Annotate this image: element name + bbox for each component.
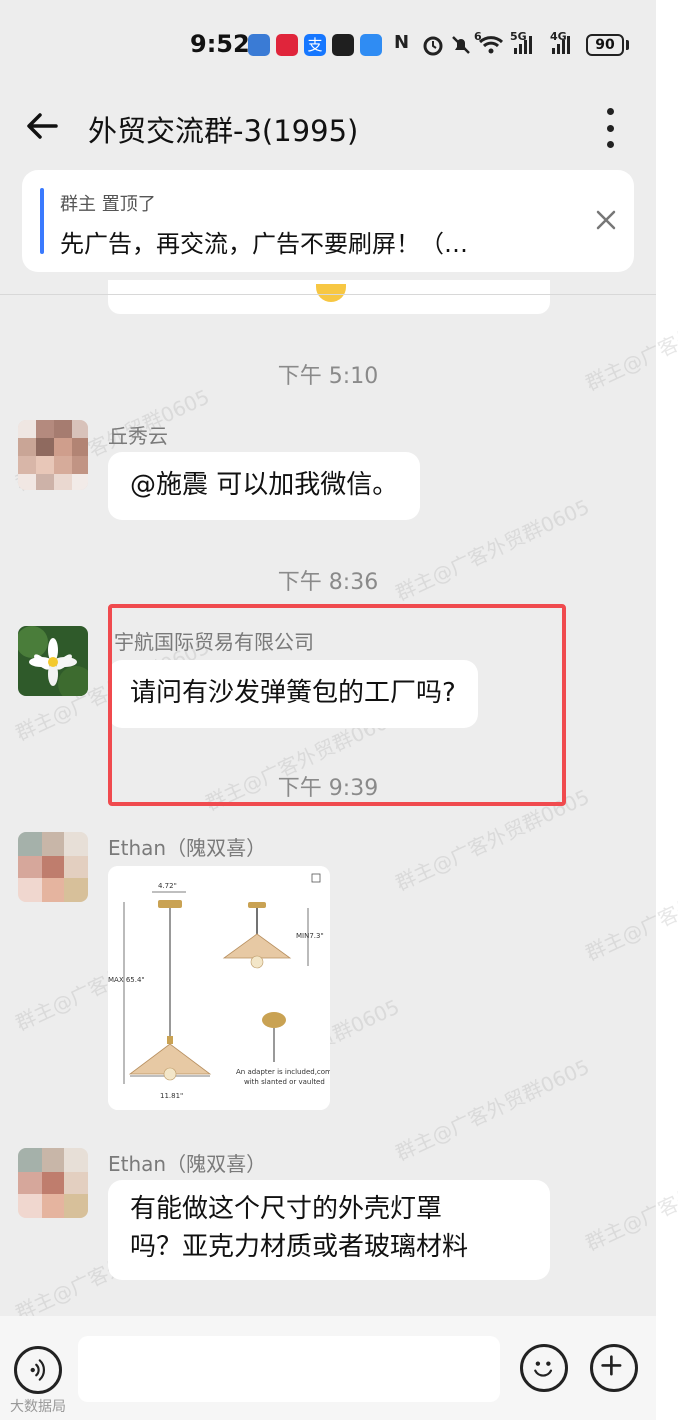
back-arrow-icon[interactable] xyxy=(22,106,62,146)
message-line: 吗？亚克力材质或者玻璃材料 xyxy=(130,1232,469,1262)
signal-icon-2 xyxy=(552,34,570,54)
bottom-label: 11.81" xyxy=(160,1092,183,1100)
cloud-app-icon xyxy=(360,34,382,56)
blue-app-icon xyxy=(248,34,270,56)
product-image[interactable]: 4.72" MAX 65.4" 11.81" MIN7.3" An adapte… xyxy=(108,866,330,1110)
time-separator: 下午 5:10 xyxy=(277,364,379,389)
status-bar: 9:52 支 N 6 5G 4G 90 xyxy=(0,0,656,90)
footer-watermark: 大数据局 xyxy=(10,1399,66,1415)
more-options-icon[interactable] xyxy=(598,108,622,148)
voice-icon[interactable] xyxy=(14,1346,62,1394)
message-bubble[interactable]: @施震 可以加我微信。 xyxy=(108,452,421,520)
message-bubble[interactable]: 有能做这个尺寸的外壳灯罩 吗？亚克力材质或者玻璃材料 xyxy=(108,1180,550,1280)
red-app-icon xyxy=(276,34,298,56)
header-divider xyxy=(0,294,656,295)
emoji-icon[interactable] xyxy=(520,1344,568,1392)
signal-icon xyxy=(514,34,532,54)
watermark: 群主@广客外贸群0605 xyxy=(391,1054,593,1166)
plus-icon[interactable] xyxy=(590,1344,638,1392)
mute-icon xyxy=(452,36,470,54)
status-time: 9:52 xyxy=(190,30,250,58)
alipay-icon: 支 xyxy=(304,34,326,56)
message-line: 有能做这个尺寸的外壳灯罩 xyxy=(130,1194,443,1224)
avatar[interactable] xyxy=(18,420,88,490)
pinned-accent-bar xyxy=(40,188,44,254)
sender-name: Ethan（隗双喜） xyxy=(108,836,267,860)
pinned-announcement[interactable]: 群主 置顶了 先广告，再交流，广告不要刷屏！（… xyxy=(22,170,634,272)
wifi-6-label: 6 xyxy=(474,30,482,43)
nfc-icon: N xyxy=(394,32,410,53)
close-icon[interactable] xyxy=(594,208,618,232)
battery-tip xyxy=(626,40,629,50)
pinned-meta: 群主 置顶了 xyxy=(60,194,156,215)
sender-name: 丘秀云 xyxy=(108,424,168,448)
avatar[interactable] xyxy=(18,832,88,902)
adapter-label-2: with slanted or vaulted xyxy=(244,1078,325,1086)
battery-indicator: 90 xyxy=(586,34,624,56)
adapter-label-1: An adapter is included,compatible xyxy=(236,1068,330,1076)
highlight-box xyxy=(108,604,566,806)
right-edge-strip xyxy=(656,0,678,1420)
chat-title: 外贸交流群-3(1995) xyxy=(88,114,359,148)
min-label: MIN7.3" xyxy=(296,932,324,940)
alarm-icon xyxy=(423,36,443,56)
sender-name: Ethan（隗双喜） xyxy=(108,1152,267,1176)
game-app-icon xyxy=(332,34,354,56)
avatar[interactable] xyxy=(18,1148,88,1218)
avatar[interactable] xyxy=(18,626,88,696)
pinned-text: 先广告，再交流，广告不要刷屏！（… xyxy=(60,230,468,258)
time-separator: 下午 8:36 xyxy=(277,570,379,595)
message-input[interactable] xyxy=(78,1336,500,1402)
max-label: MAX 65.4" xyxy=(108,976,145,984)
width-label: 4.72" xyxy=(158,882,177,890)
